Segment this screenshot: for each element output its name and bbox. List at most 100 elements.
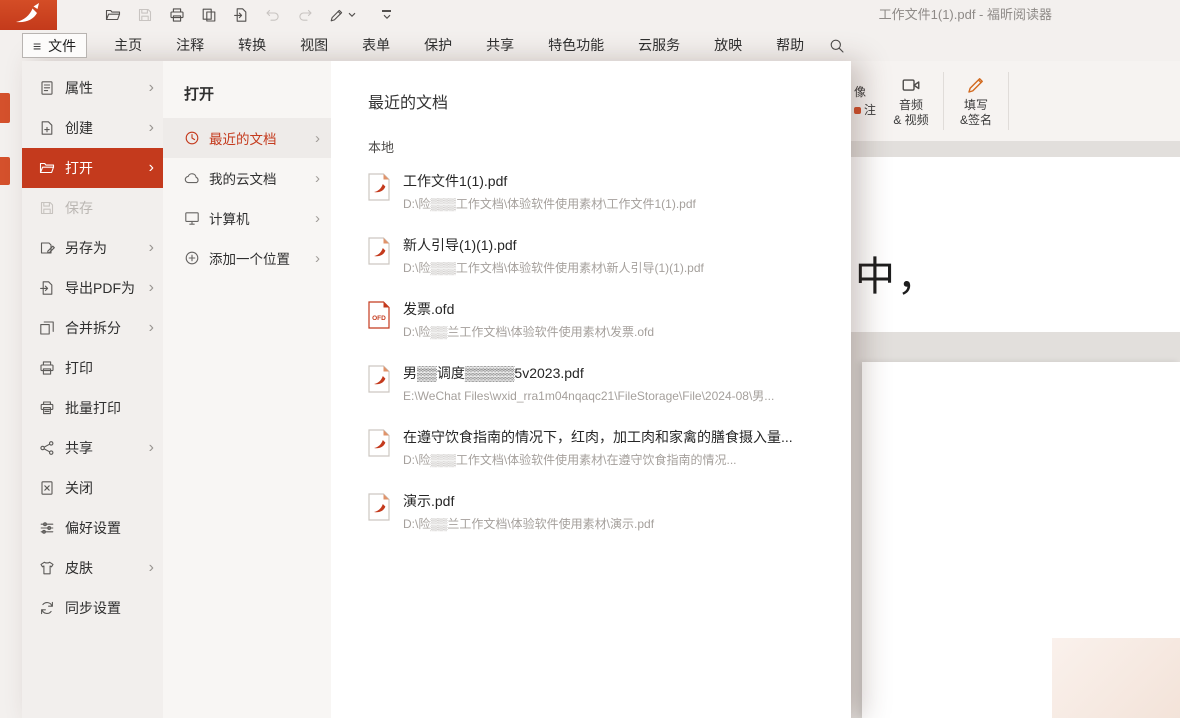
sidebar-item-save-as[interactable]: 另存为› [22, 228, 163, 268]
sidebar-item-label: 打开 [65, 158, 139, 178]
tab-3[interactable]: 视图 [283, 30, 345, 61]
sidebar-item-open[interactable]: 打开› [22, 148, 163, 188]
dropdown-caret-icon[interactable] [348, 12, 356, 18]
print-page-icon[interactable] [201, 7, 217, 23]
customize-toolbar-button[interactable] [382, 10, 391, 20]
titlebar: 工作文件1(1).pdf - 福昕阅读器 [0, 0, 1180, 30]
open-folder-icon[interactable] [105, 7, 121, 23]
sidebar-item-label: 合并拆分 [65, 318, 139, 338]
sidebar-item-merge-split[interactable]: 合并拆分› [22, 308, 163, 348]
chevron-right-icon: › [315, 170, 320, 187]
recent-file-5[interactable]: 演示.pdf D:\险▒▒兰工作文档\体验软件使用素材\演示.pdf [368, 492, 831, 532]
sidebar-item-print[interactable]: 打印 [22, 348, 163, 388]
open-item-add-place[interactable]: 添加一个位置› [163, 238, 331, 278]
sidebar-item-label: 偏好设置 [65, 518, 154, 538]
open-item-computer[interactable]: 计算机› [163, 198, 331, 238]
print-icon[interactable] [169, 7, 185, 23]
ribbon-audio-video-button[interactable]: 音频 & 视频 [884, 75, 938, 128]
sidebar-item-label: 同步设置 [65, 598, 154, 618]
ribbon-fill-sign-button[interactable]: 填写 &签名 [949, 75, 1003, 128]
chevron-right-icon: › [149, 80, 154, 96]
svg-text:OFD: OFD [372, 315, 386, 322]
file-path: D:\险▒▒▒工作文档\体验软件使用素材\在遵守饮食指南的情况... [403, 452, 793, 468]
print-icon [39, 360, 55, 376]
file-path: E:\WeChat Files\wxid_rra1m04nqaqc21\File… [403, 388, 774, 404]
file-meta: 在遵守饮食指南的情况下，红肉，加工肉和家禽的膳食摄入量... D:\险▒▒▒工作文… [403, 428, 793, 468]
file-name: 演示.pdf [403, 492, 654, 511]
search-icon[interactable] [829, 38, 845, 54]
recent-file-0[interactable]: 工作文件1(1).pdfD:\险▒▒▒工作文档\体验软件使用素材\工作文件1(1… [368, 172, 831, 212]
sync-settings-icon [39, 600, 55, 616]
hamburger-icon: ≡ [33, 38, 41, 54]
tab-5[interactable]: 保护 [407, 30, 469, 61]
ribbon-partial-group[interactable]: 像 注 [851, 85, 883, 118]
file-name: 发票.ofd [403, 300, 654, 319]
document-corner-image [1052, 638, 1180, 718]
tab-7[interactable]: 特色功能 [531, 30, 621, 61]
file-name: 在遵守饮食指南的情况下，红肉，加工肉和家禽的膳食摄入量... [403, 428, 793, 447]
sidebar-item-export-pdf[interactable]: 导出PDF为› [22, 268, 163, 308]
sidebar-item-close[interactable]: 关闭 [22, 468, 163, 508]
recent-file-1[interactable]: 新人引导(1)(1).pdfD:\险▒▒▒工作文档\体验软件使用素材\新人引导(… [368, 236, 831, 276]
open-submenu: 打开 最近的文档›我的云文档›计算机›添加一个位置› [163, 61, 331, 718]
file-meta: 发票.ofdD:\险▒▒兰工作文档\体验软件使用素材\发票.ofd [403, 300, 654, 340]
tab-9[interactable]: 放映 [697, 30, 759, 61]
sidebar-item-share[interactable]: 共享 › [22, 428, 163, 468]
tab-1[interactable]: 注释 [159, 30, 221, 61]
file-menu-panel: 属性›创建›打开›保存另存为›导出PDF为›合并拆分›打印批量打印共享›关闭偏好… [22, 61, 851, 718]
tab-2[interactable]: 转换 [221, 30, 283, 61]
preferences-icon [39, 520, 55, 536]
close-icon [39, 480, 55, 496]
recent-file-2[interactable]: OFD 发票.ofdD:\险▒▒兰工作文档\体验软件使用素材\发票.ofd [368, 300, 831, 340]
sidebar-item-properties[interactable]: 属性› [22, 68, 163, 108]
file-meta: 男▒▒调度▒▒▒▒▒5v2023.pdf E:\WeChat Files\wxid… [403, 364, 774, 404]
pencil-icon [966, 75, 986, 95]
sidebar-item-label: 另存为 [65, 238, 139, 258]
sidebar-item-skin[interactable]: 皮肤› [22, 548, 163, 588]
file-menu-button[interactable]: ≡ 文件 [22, 33, 87, 58]
ribbon-partial-line: 注 [854, 103, 883, 118]
chevron-right-icon: › [149, 440, 154, 456]
save-icon [39, 200, 55, 216]
ribbon-left-edge [0, 61, 22, 718]
file-name: 男▒▒调度▒▒▒▒▒5v2023.pdf [403, 364, 774, 383]
video-camera-icon [901, 75, 921, 95]
tab-8[interactable]: 云服务 [621, 30, 697, 61]
foxit-logo[interactable] [0, 0, 57, 30]
tab-0[interactable]: 主页 [97, 30, 159, 61]
sidebar-item-label: 共享 [65, 438, 139, 458]
file-path: D:\险▒▒▒工作文档\体验软件使用素材\新人引导(1)(1).pdf [403, 260, 704, 276]
recent-file-3[interactable]: 男▒▒调度▒▒▒▒▒5v2023.pdf E:\WeChat Files\wxid… [368, 364, 831, 404]
recent-docs-title: 最近的文档 [368, 89, 831, 113]
tab-4[interactable]: 表单 [345, 30, 407, 61]
document-area: 中， [851, 141, 1180, 718]
open-item-cloud-docs[interactable]: 我的云文档› [163, 158, 331, 198]
tab-10[interactable]: 帮助 [759, 30, 821, 61]
pdf-file-icon [368, 237, 390, 265]
recent-file-4[interactable]: 在遵守饮食指南的情况下，红肉，加工肉和家禽的膳食摄入量... D:\险▒▒▒工作文… [368, 428, 831, 468]
sidebar-item-batch-print[interactable]: 批量打印 [22, 388, 163, 428]
sidebar-item-label: 批量打印 [65, 398, 154, 418]
tab-6[interactable]: 共享 [469, 30, 531, 61]
batch-print-icon [39, 400, 55, 416]
menubar: ≡ 文件 主页注释转换视图表单保护共享特色功能云服务放映帮助 [0, 30, 1180, 61]
sidebar-item-label: 皮肤 [65, 558, 139, 578]
open-icon [39, 160, 55, 176]
document-page-fragment: 中， [851, 157, 1180, 332]
open-item-recent[interactable]: 最近的文档› [163, 118, 331, 158]
clock-icon [184, 130, 200, 146]
sidebar-item-preferences[interactable]: 偏好设置 [22, 508, 163, 548]
sidebar-item-label: 创建 [65, 118, 139, 138]
open-items: 最近的文档›我的云文档›计算机›添加一个位置› [163, 118, 331, 278]
file-path: D:\险▒▒兰工作文档\体验软件使用素材\演示.pdf [403, 516, 654, 532]
undo-icon [265, 7, 281, 23]
pdf-file-icon [368, 429, 390, 457]
ribbon-separator [943, 72, 944, 130]
sidebar-item-sync-settings[interactable]: 同步设置 [22, 588, 163, 628]
window-title: 工作文件1(1).pdf - 福昕阅读器 [700, 0, 1052, 30]
sidebar-item-label: 保存 [65, 198, 154, 218]
export-page-icon[interactable] [233, 7, 249, 23]
pdf-file-icon [368, 173, 390, 201]
sidebar-item-create[interactable]: 创建› [22, 108, 163, 148]
highlight-tool-icon[interactable] [329, 7, 356, 23]
